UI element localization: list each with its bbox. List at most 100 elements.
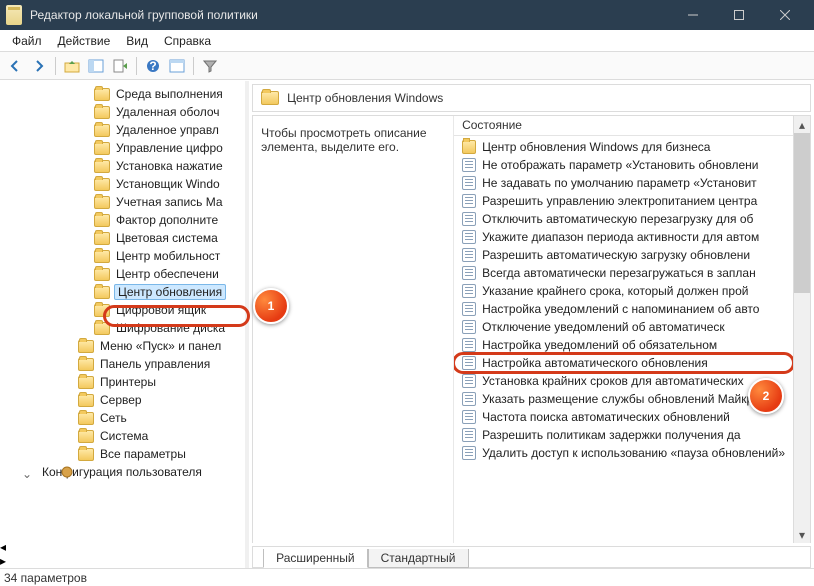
app-icon (6, 5, 22, 25)
tree-item-label: Центр обеспечени (114, 267, 221, 281)
export-button[interactable] (109, 55, 131, 77)
minimize-button[interactable] (670, 0, 716, 30)
policy-label: Указание крайнего срока, который должен … (482, 284, 748, 298)
titlebar: Редактор локальной групповой политики (0, 0, 814, 30)
tree-item[interactable]: Установщик Windo (0, 175, 245, 193)
menu-file[interactable]: Файл (4, 32, 50, 50)
policy-icon (462, 356, 476, 370)
window-title: Редактор локальной групповой политики (30, 8, 670, 22)
tree-item[interactable]: Сервер (0, 391, 245, 409)
folder-icon (94, 250, 110, 263)
policy-icon (462, 248, 476, 262)
policy-item[interactable]: Настройка уведомлений с напоминанием об … (454, 300, 793, 318)
tree-item[interactable]: Удаленная оболоч (0, 103, 245, 121)
policy-label: Удалить доступ к использованию «пауза об… (482, 446, 785, 460)
policy-item[interactable]: Не отображать параметр «Установить обнов… (454, 156, 793, 174)
back-button[interactable] (4, 55, 26, 77)
folder-icon (94, 304, 110, 317)
properties-button[interactable] (166, 55, 188, 77)
tree[interactable]: Среда выполнения Удаленная оболоч Удаленно… (0, 81, 245, 540)
tree-item[interactable]: Удаленное управл (0, 121, 245, 139)
tab-extended[interactable]: Расширенный (263, 549, 368, 568)
folder-icon (78, 430, 94, 443)
status-text: 34 параметров (4, 571, 87, 585)
tree-item[interactable]: Панель управления (0, 355, 245, 373)
policy-label: Настройка автоматического обновления (482, 356, 708, 370)
callout-2: 2 (748, 378, 784, 414)
policy-item[interactable]: Частота поиска автоматических обновлений (454, 408, 793, 426)
scroll-up-icon[interactable]: ▴ (794, 116, 810, 133)
filter-button[interactable] (199, 55, 221, 77)
tree-item[interactable]: Управление цифро (0, 139, 245, 157)
policy-label: Центр обновления Windows для бизнеса (482, 140, 710, 154)
policy-item-auto-update[interactable]: Настройка автоматического обновления (454, 354, 793, 372)
tree-item[interactable]: Центр обновления (0, 283, 245, 301)
tree-horizontal-scrollbar[interactable]: ◂ ▸ (0, 540, 245, 568)
forward-button[interactable] (28, 55, 50, 77)
policy-item[interactable]: Отключить автоматическую перезагрузку дл… (454, 210, 793, 228)
tabs: Расширенный Стандартный (252, 546, 811, 568)
menu-help[interactable]: Справка (156, 32, 219, 50)
scroll-down-icon[interactable]: ▾ (794, 526, 810, 543)
help-button[interactable]: ? (142, 55, 164, 77)
policy-item[interactable]: Удалить доступ к использованию «пауза об… (454, 444, 793, 462)
close-button[interactable] (762, 0, 808, 30)
policy-item[interactable]: Указать размещение службы обновлений Май… (454, 390, 793, 408)
scroll-thumb[interactable] (794, 133, 810, 293)
tree-item[interactable]: Цифровой ящик (0, 301, 245, 319)
tree-item[interactable]: Сеть (0, 409, 245, 427)
folder-icon (94, 88, 110, 101)
folder-icon (94, 268, 110, 281)
policy-list: Состояние Центр обновления Windows для б… (453, 116, 793, 543)
tree-item-label: Система (98, 429, 150, 443)
folder-icon (78, 394, 94, 407)
menu-action[interactable]: Действие (50, 32, 119, 50)
policy-item[interactable]: Укажите диапазон периода активности для … (454, 228, 793, 246)
policy-icon (462, 302, 476, 316)
menu-view[interactable]: Вид (118, 32, 156, 50)
policy-item[interactable]: Всегда автоматически перезагружаться в з… (454, 264, 793, 282)
policy-items[interactable]: Центр обновления Windows для бизнеса Не о… (454, 136, 793, 543)
policy-item[interactable]: Разрешить политикам задержки получения д… (454, 426, 793, 444)
show-tree-button[interactable] (85, 55, 107, 77)
tree-item[interactable]: Установка нажатие (0, 157, 245, 175)
policy-item[interactable]: Отключение уведомлений об автоматическ (454, 318, 793, 336)
tab-standard[interactable]: Стандартный (368, 549, 469, 568)
tree-item[interactable]: Цветовая система (0, 229, 245, 247)
tree-item[interactable]: Меню «Пуск» и панел (0, 337, 245, 355)
scroll-left-icon[interactable]: ◂ (0, 540, 245, 554)
policy-item[interactable]: Разрешить управлению электропитанием цен… (454, 192, 793, 210)
policy-item[interactable]: Настройка уведомлений об обязательном (454, 336, 793, 354)
tree-item[interactable]: Все параметры (0, 445, 245, 463)
tree-item[interactable]: Фактор дополните (0, 211, 245, 229)
policy-item[interactable]: Не задавать по умолчанию параметр «Устан… (454, 174, 793, 192)
folder-icon (94, 160, 110, 173)
policy-item[interactable]: Разрешить автоматическую загрузку обновл… (454, 246, 793, 264)
expand-icon[interactable]: ⌄ (22, 467, 32, 481)
policy-item[interactable]: Установка крайних сроков для автоматичес… (454, 372, 793, 390)
tree-item[interactable]: Учетная запись Ма (0, 193, 245, 211)
tree-item[interactable]: Шифрование диска (0, 319, 245, 337)
tree-item-label: Центр мобильност (114, 249, 222, 263)
tree-item[interactable]: Принтеры (0, 373, 245, 391)
up-button[interactable] (61, 55, 83, 77)
tree-item-label: Принтеры (98, 375, 158, 389)
tree-item-user-config[interactable]: ⌄Конфигурация пользователя (0, 463, 245, 481)
policy-icon (462, 176, 476, 190)
policy-label: Отключить автоматическую перезагрузку дл… (482, 212, 753, 226)
policy-icon (462, 410, 476, 424)
folder-icon (94, 286, 110, 299)
maximize-button[interactable] (716, 0, 762, 30)
policy-label: Не отображать параметр «Установить обнов… (482, 158, 758, 172)
svg-text:?: ? (149, 59, 156, 73)
tree-item[interactable]: Среда выполнения (0, 85, 245, 103)
tree-item[interactable]: Центр обеспечени (0, 265, 245, 283)
tree-item-label: Удаленная оболоч (114, 105, 222, 119)
list-vertical-scrollbar[interactable]: ▴ ▾ (793, 116, 810, 543)
scroll-right-icon[interactable]: ▸ (0, 554, 245, 568)
policy-item[interactable]: Указание крайнего срока, который должен … (454, 282, 793, 300)
tree-item[interactable]: Центр мобильност (0, 247, 245, 265)
tree-item[interactable]: Система (0, 427, 245, 445)
policy-item[interactable]: Центр обновления Windows для бизнеса (454, 138, 793, 156)
column-header-state[interactable]: Состояние (454, 116, 793, 136)
